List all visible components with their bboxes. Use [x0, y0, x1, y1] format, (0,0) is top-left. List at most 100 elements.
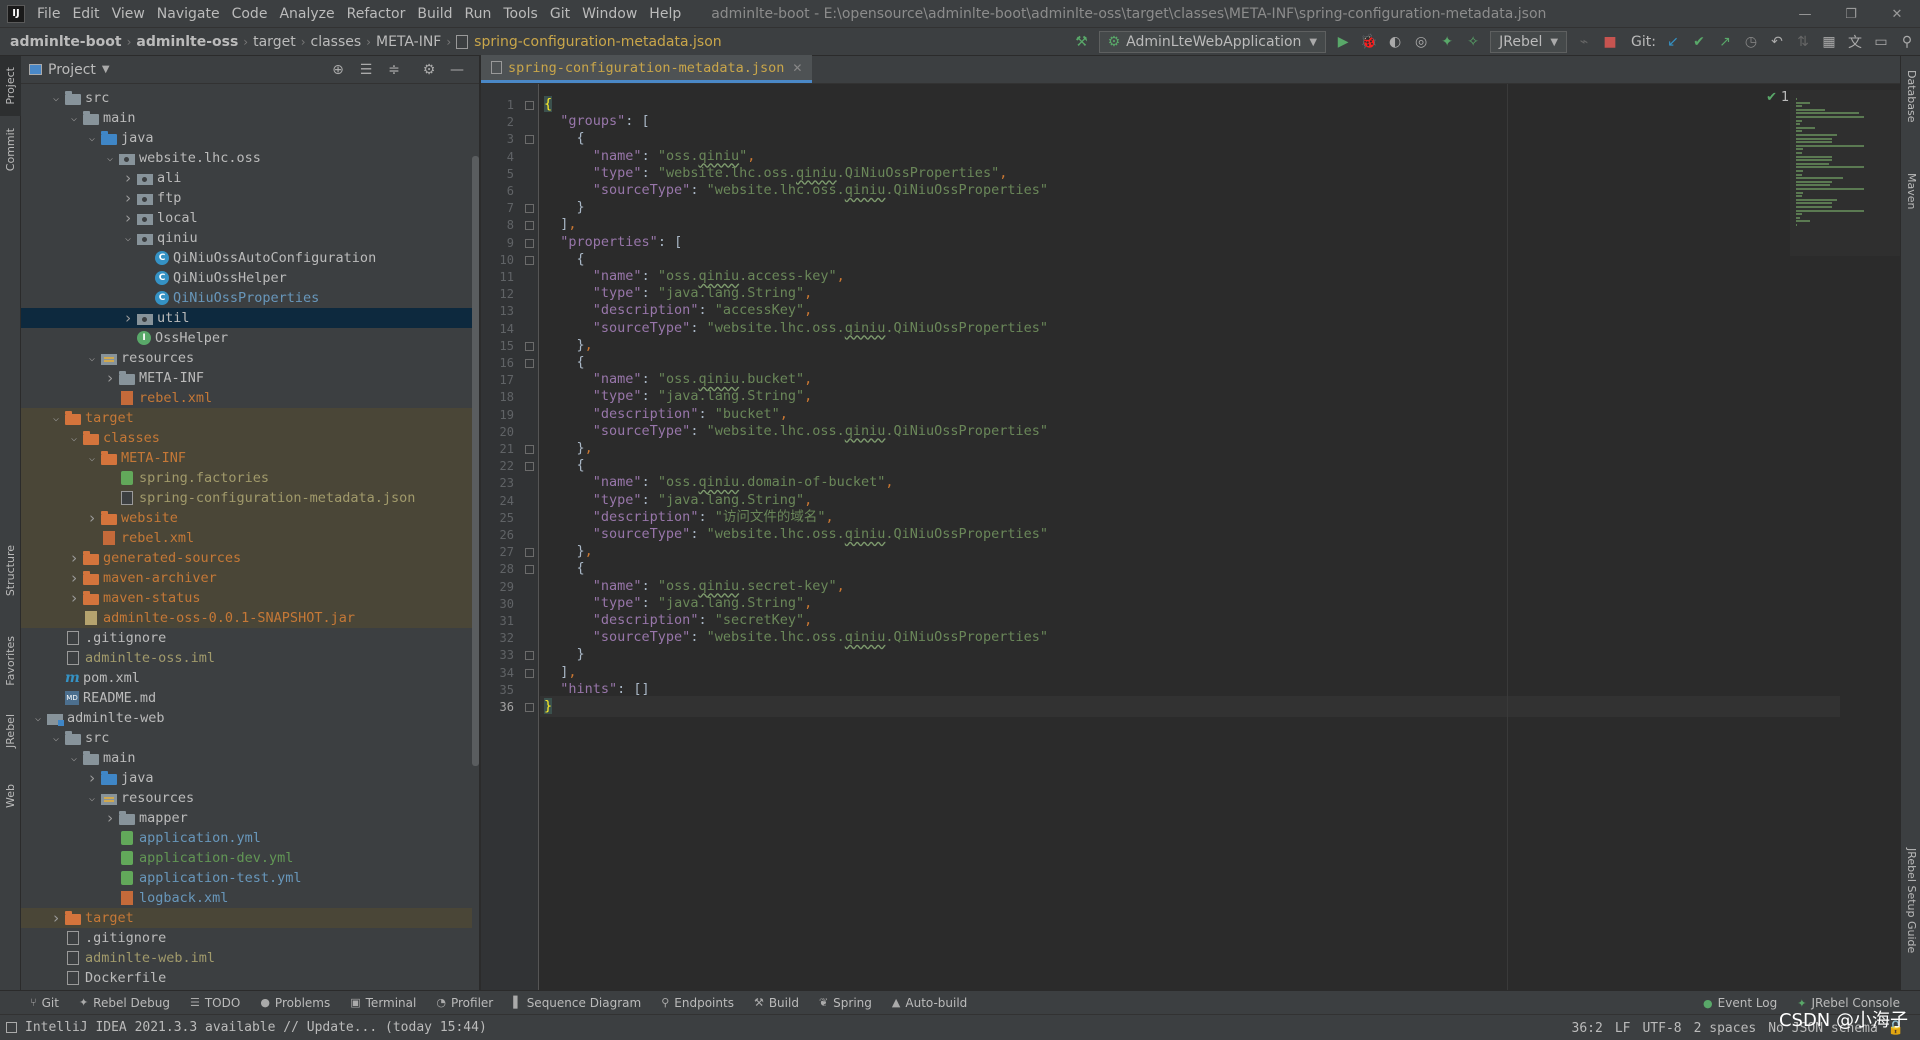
menu-navigate[interactable]: Navigate — [151, 0, 226, 28]
menu-edit[interactable]: Edit — [66, 0, 105, 28]
jrebel-debug-icon[interactable]: ✧ — [1462, 31, 1484, 53]
tree-item[interactable]: Dockerfile — [21, 968, 472, 988]
file-encoding[interactable]: UTF-8 — [1642, 1021, 1681, 1036]
git-commit-icon[interactable]: ✔ — [1688, 31, 1710, 53]
tree-item[interactable]: ⌵ qiniu — [21, 228, 472, 248]
fold-marker-icon[interactable] — [525, 651, 534, 661]
notification-icon[interactable] — [6, 1022, 17, 1033]
tree-item[interactable]: rebel.xml — [21, 388, 472, 408]
restore-icon[interactable]: ❐ — [1828, 0, 1874, 28]
tool-window-jrebel-setup-guide[interactable]: JRebel Setup Guide — [1901, 816, 1920, 986]
tree-item[interactable]: ⌵ classes — [21, 428, 472, 448]
tree-item[interactable]: adminlte-web.iml — [21, 948, 472, 968]
chevron-down-icon[interactable]: ⌵ — [83, 353, 101, 364]
fold-marker-icon[interactable] — [525, 703, 534, 712]
tree-item[interactable]: › maven-archiver — [21, 568, 472, 588]
tree-item[interactable]: application.yml — [21, 828, 472, 848]
tree-item[interactable]: ⌵ src — [21, 728, 472, 748]
jrebel-run-icon[interactable]: ✦ — [1436, 31, 1458, 53]
tree-item[interactable]: › website — [21, 508, 472, 528]
tool-event-log[interactable]: ● Event Log — [1703, 996, 1777, 1010]
tree-item[interactable]: C QiNiuOssHelper — [21, 268, 472, 288]
tool-window-jrebel[interactable]: JRebel — [0, 696, 21, 766]
chevron-right-icon[interactable]: › — [83, 509, 101, 527]
tool-spring[interactable]: ❦ Spring — [819, 996, 872, 1010]
breadcrumb-item[interactable]: classes — [309, 34, 364, 50]
profile-icon[interactable]: ◎ — [1410, 31, 1432, 53]
tree-item[interactable]: ⌵ target — [21, 408, 472, 428]
breadcrumb-item[interactable]: adminlte-oss — [134, 34, 240, 50]
status-message[interactable]: IntelliJ IDEA 2021.3.3 available // Upda… — [25, 1020, 487, 1035]
locate-file-icon[interactable]: ⊕ — [327, 59, 349, 81]
tree-item[interactable]: .gitignore — [21, 928, 472, 948]
tool-build[interactable]: ⚒ Build — [754, 996, 799, 1010]
tree-item[interactable]: › ali — [21, 168, 472, 188]
history-icon[interactable]: ◷ — [1740, 31, 1762, 53]
fold-marker-icon[interactable] — [525, 255, 534, 265]
tool-problems[interactable]: ● Problems — [260, 996, 330, 1010]
chevron-down-icon[interactable]: ⌵ — [29, 713, 47, 724]
tree-item[interactable]: › util — [21, 308, 472, 328]
chevron-down-icon[interactable]: ▼ — [102, 64, 110, 75]
expand-all-icon[interactable]: ☰ — [355, 59, 377, 81]
tree-item[interactable]: ⌵ resources — [21, 348, 472, 368]
git-update-icon[interactable]: ↙ — [1662, 31, 1684, 53]
fold-marker-icon[interactable] — [525, 135, 534, 145]
run-configuration-select[interactable]: ⚙ AdminLteWebApplication ▼ — [1098, 31, 1327, 53]
tree-item[interactable]: › target — [21, 908, 472, 928]
tree-item[interactable]: ⌵ resources — [21, 788, 472, 808]
code-area[interactable]: { "groups": [ { "name": "oss.qiniu", "ty… — [540, 84, 1840, 990]
tree-item[interactable]: ⌵ main — [21, 748, 472, 768]
tool-todo[interactable]: ☰ TODO — [190, 996, 240, 1010]
fold-marker-icon[interactable] — [525, 221, 534, 231]
chevron-down-icon[interactable]: ⌵ — [47, 93, 65, 104]
tree-item[interactable]: m pom.xml — [21, 668, 472, 688]
chevron-down-icon[interactable]: ⌵ — [83, 453, 101, 464]
chevron-right-icon[interactable]: › — [65, 549, 83, 567]
search-icon[interactable]: ⚲ — [1896, 31, 1918, 53]
tool-endpoints[interactable]: ⚲ Endpoints — [661, 996, 734, 1010]
tool-profiler[interactable]: ◔ Profiler — [436, 996, 493, 1010]
tree-item[interactable]: › ftp — [21, 188, 472, 208]
git-push-icon[interactable]: ↗ — [1714, 31, 1736, 53]
chevron-right-icon[interactable]: › — [47, 909, 65, 927]
tree-item[interactable]: application-dev.yml — [21, 848, 472, 868]
minimize-icon[interactable]: — — [1782, 0, 1828, 28]
tree-item[interactable]: spring.factories — [21, 468, 472, 488]
fold-marker-icon[interactable] — [525, 204, 534, 214]
tree-item[interactable]: C QiNiuOssAutoConfiguration — [21, 248, 472, 268]
tree-item[interactable]: ⌵ main — [21, 108, 472, 128]
tool-window-structure[interactable]: Structure — [0, 526, 21, 616]
menu-help[interactable]: Help — [643, 0, 687, 28]
chevron-right-icon[interactable]: › — [83, 769, 101, 787]
tree-item[interactable]: › java — [21, 768, 472, 788]
close-tab-icon[interactable]: ✕ — [792, 61, 802, 75]
tree-item[interactable]: ⌵ src — [21, 88, 472, 108]
tool-window-favorites[interactable]: Favorites — [0, 616, 21, 706]
project-structure-icon[interactable]: ▦ — [1818, 31, 1840, 53]
tool-window-maven[interactable]: Maven — [1901, 156, 1920, 226]
tree-item[interactable]: spring-configuration-metadata.json — [21, 488, 472, 508]
chevron-down-icon[interactable]: ⌵ — [101, 153, 119, 164]
tool-git[interactable]: ⑂ Git — [30, 996, 59, 1010]
menu-git[interactable]: Git — [544, 0, 576, 28]
fold-marker-icon[interactable] — [525, 359, 534, 368]
tree-item[interactable]: ⌵ website.lhc.oss — [21, 148, 472, 168]
fold-marker-icon[interactable] — [525, 462, 534, 472]
attach-icon[interactable]: ⌁ — [1573, 31, 1595, 53]
minimap[interactable] — [1790, 90, 1900, 256]
tree-item[interactable]: ⌵ java — [21, 128, 472, 148]
jrebel-select[interactable]: JRebel ▼ — [1490, 31, 1568, 53]
menu-file[interactable]: File — [31, 0, 66, 28]
fold-marker-icon[interactable] — [525, 238, 534, 248]
chevron-right-icon[interactable]: › — [65, 569, 83, 587]
menu-tools[interactable]: Tools — [497, 0, 544, 28]
chevron-right-icon[interactable]: › — [101, 369, 119, 387]
chevron-right-icon[interactable]: › — [119, 189, 137, 207]
chevron-right-icon[interactable]: › — [119, 209, 137, 227]
fold-marker-icon[interactable] — [525, 341, 534, 351]
fold-marker-icon[interactable] — [525, 101, 534, 110]
tree-item[interactable]: .gitignore — [21, 628, 472, 648]
build-hammer-icon[interactable]: ⚒ — [1071, 31, 1093, 53]
chevron-right-icon[interactable]: › — [119, 169, 137, 187]
